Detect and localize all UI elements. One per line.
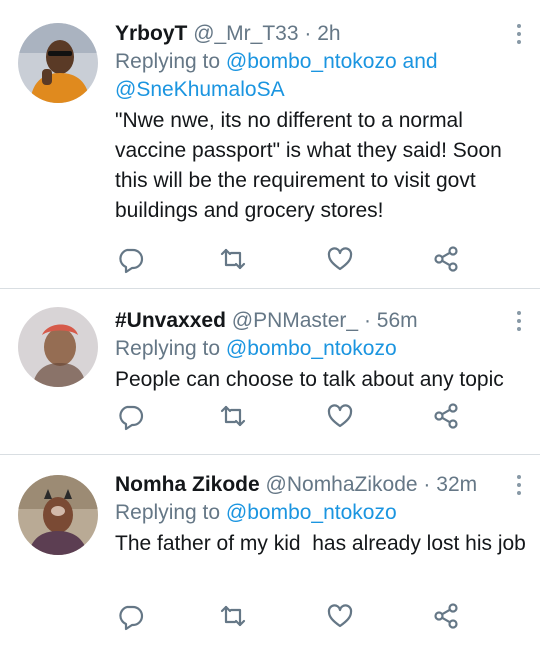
tweet-content: YrboyT @_Mr_T33 · 2h Replying to @bombo_…: [115, 20, 526, 226]
mention-link[interactable]: @bombo_ntokozo: [226, 501, 397, 524]
share-icon[interactable]: [431, 401, 461, 431]
tweet-text: "Nwe nwe, its no different to a normal v…: [115, 109, 502, 222]
share-icon[interactable]: [431, 601, 461, 631]
tweet-header: YrboyT @_Mr_T33 · 2h: [115, 20, 526, 48]
reply-icon[interactable]: [115, 601, 145, 631]
reply-icon[interactable]: [115, 401, 145, 431]
separator-dot: ·: [304, 22, 312, 45]
tweet-header: Nomha Zikode @NomhaZikode · 32m: [115, 471, 526, 499]
display-name[interactable]: #Unvaxxed: [115, 309, 226, 332]
heart-icon[interactable]: [325, 601, 355, 631]
avatar[interactable]: [18, 475, 98, 555]
tweet-actions: [115, 401, 458, 431]
timestamp[interactable]: 56m: [377, 309, 418, 332]
mention-link[interactable]: @bombo_ntokozo: [226, 50, 397, 73]
tweet-text: People can choose to talk about any topi…: [115, 368, 504, 391]
retweet-icon[interactable]: [218, 601, 248, 631]
separator-dot: ·: [423, 473, 431, 496]
display-name[interactable]: YrboyT: [115, 22, 187, 45]
tweet-actions: [115, 244, 458, 274]
tweet-header: #Unvaxxed @PNMaster_ · 56m: [115, 307, 526, 335]
avatar[interactable]: [18, 307, 98, 387]
retweet-icon[interactable]: [218, 401, 248, 431]
tweet-content: #Unvaxxed @PNMaster_ · 56m Replying to @…: [115, 307, 526, 395]
user-handle[interactable]: @NomhaZikode: [266, 473, 418, 496]
reply-icon[interactable]: [115, 244, 145, 274]
retweet-icon[interactable]: [218, 244, 248, 274]
tweet-actions: [115, 601, 458, 631]
tweet-feed: YrboyT @_Mr_T33 · 2h Replying to @bombo_…: [0, 0, 540, 645]
separator-dot: ·: [363, 309, 371, 332]
user-handle[interactable]: @PNMaster_: [232, 309, 358, 332]
share-icon[interactable]: [431, 244, 461, 274]
replying-to: Replying to @bombo_ntokozo and @SneKhuma…: [115, 48, 526, 104]
tweet-content: Nomha Zikode @NomhaZikode · 32m Replying…: [115, 471, 526, 559]
tweet[interactable]: Nomha Zikode @NomhaZikode · 32m Replying…: [0, 455, 540, 645]
timestamp[interactable]: 2h: [317, 22, 340, 45]
replying-to-label: Replying to: [115, 337, 221, 360]
avatar[interactable]: [18, 23, 98, 103]
tweet[interactable]: YrboyT @_Mr_T33 · 2h Replying to @bombo_…: [0, 0, 540, 289]
tweet[interactable]: #Unvaxxed @PNMaster_ · 56m Replying to @…: [0, 289, 540, 455]
mention-link[interactable]: @bombo_ntokozo: [226, 337, 397, 360]
heart-icon[interactable]: [325, 244, 355, 274]
replying-to: Replying to @bombo_ntokozo: [115, 335, 526, 363]
timestamp[interactable]: 32m: [436, 473, 477, 496]
heart-icon[interactable]: [325, 401, 355, 431]
mention-link[interactable]: @SneKhumaloSA: [115, 78, 285, 101]
mention-joiner[interactable]: and: [403, 50, 438, 73]
user-handle[interactable]: @_Mr_T33: [193, 22, 298, 45]
display-name[interactable]: Nomha Zikode: [115, 473, 260, 496]
replying-to: Replying to @bombo_ntokozo: [115, 499, 526, 527]
replying-to-label: Replying to: [115, 50, 221, 73]
tweet-text: The father of my kid has already lost hi…: [115, 532, 526, 555]
replying-to-label: Replying to: [115, 501, 221, 524]
